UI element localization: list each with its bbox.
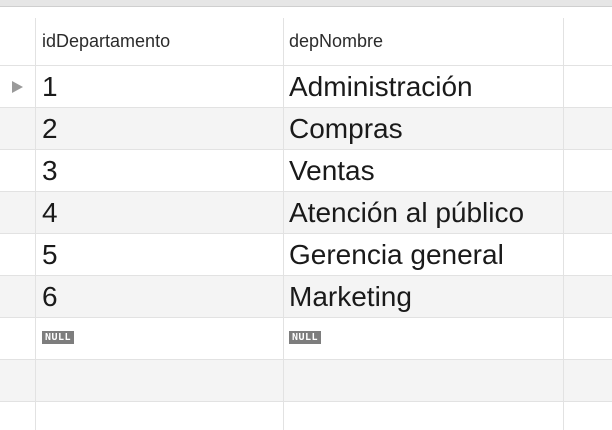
row-indicator[interactable] bbox=[0, 192, 36, 233]
cell-filler bbox=[564, 66, 612, 107]
empty-cell bbox=[284, 402, 564, 430]
cell-filler bbox=[564, 318, 612, 359]
column-header-filler bbox=[564, 18, 612, 65]
result-grid: idDepartamento depNombre 1 Administració… bbox=[0, 0, 612, 430]
row-indicator[interactable] bbox=[0, 150, 36, 191]
cell-iddepartamento[interactable]: 5 bbox=[36, 234, 284, 275]
cell-depnombre[interactable]: Compras bbox=[284, 108, 564, 149]
column-header-iddepartamento[interactable]: idDepartamento bbox=[36, 18, 284, 65]
cell-iddepartamento[interactable]: 4 bbox=[36, 192, 284, 233]
grid-header-row: idDepartamento depNombre bbox=[0, 18, 612, 66]
row-indicator[interactable] bbox=[0, 234, 36, 275]
empty-row bbox=[0, 360, 612, 402]
cell-depnombre[interactable]: Gerencia general bbox=[284, 234, 564, 275]
cell-depnombre[interactable]: Administración bbox=[284, 66, 564, 107]
cell-filler bbox=[564, 360, 612, 401]
cell-filler bbox=[564, 276, 612, 317]
cell-filler bbox=[564, 402, 612, 430]
table-row[interactable]: 1 Administración bbox=[0, 66, 612, 108]
cell-depnombre[interactable]: Ventas bbox=[284, 150, 564, 191]
header-corner bbox=[0, 18, 36, 65]
row-indicator bbox=[0, 360, 36, 401]
cell-iddepartamento[interactable]: 1 bbox=[36, 66, 284, 107]
table-row[interactable]: 2 Compras bbox=[0, 108, 612, 150]
empty-cell bbox=[36, 402, 284, 430]
row-indicator bbox=[0, 402, 36, 430]
table-row[interactable]: 5 Gerencia general bbox=[0, 234, 612, 276]
cell-filler bbox=[564, 192, 612, 233]
cell-iddepartamento-new[interactable]: NULL bbox=[36, 318, 284, 359]
cell-depnombre[interactable]: Atención al público bbox=[284, 192, 564, 233]
empty-row bbox=[0, 402, 612, 430]
empty-cell bbox=[284, 360, 564, 401]
table-row[interactable]: 6 Marketing bbox=[0, 276, 612, 318]
cell-filler bbox=[564, 150, 612, 191]
table-row[interactable]: 3 Ventas bbox=[0, 150, 612, 192]
row-indicator[interactable] bbox=[0, 108, 36, 149]
new-row[interactable]: NULL NULL bbox=[0, 318, 612, 360]
row-indicator[interactable] bbox=[0, 66, 36, 107]
row-indicator[interactable] bbox=[0, 276, 36, 317]
null-badge: NULL bbox=[289, 331, 322, 344]
play-arrow-icon bbox=[12, 80, 23, 93]
cell-filler bbox=[564, 234, 612, 275]
null-badge: NULL bbox=[42, 331, 75, 344]
cell-filler bbox=[564, 108, 612, 149]
cell-depnombre[interactable]: Marketing bbox=[284, 276, 564, 317]
cell-iddepartamento[interactable]: 2 bbox=[36, 108, 284, 149]
row-indicator[interactable] bbox=[0, 318, 36, 359]
grid-top-edge bbox=[0, 0, 612, 7]
table-row[interactable]: 4 Atención al público bbox=[0, 192, 612, 234]
cell-iddepartamento[interactable]: 3 bbox=[36, 150, 284, 191]
cell-iddepartamento[interactable]: 6 bbox=[36, 276, 284, 317]
column-header-depnombre[interactable]: depNombre bbox=[284, 18, 564, 65]
empty-cell bbox=[36, 360, 284, 401]
cell-depnombre-new[interactable]: NULL bbox=[284, 318, 564, 359]
